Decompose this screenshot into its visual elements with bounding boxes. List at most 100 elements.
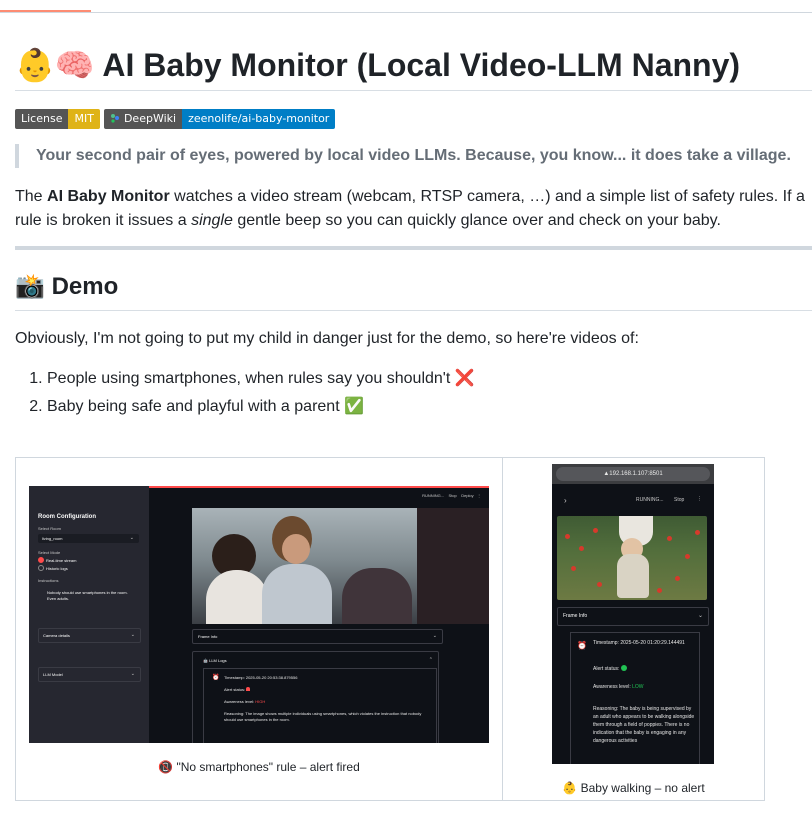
demo-cell-baby: ▲192.168.1.107:8501 › RUNNING... Stop ⋮ xyxy=(502,457,765,801)
log-timestamp: Timestamp: 2025-05-20 01:20:29.144491 xyxy=(593,640,685,646)
deepwiki-badge-label-wrap: DeepWiki xyxy=(103,109,183,129)
cross-mark-icon: ❌ xyxy=(454,370,475,387)
green-circle-icon xyxy=(620,665,627,671)
list-item: People using smartphones, when rules say… xyxy=(47,367,812,391)
url-field[interactable]: ▲192.168.1.107:8501 xyxy=(556,467,710,481)
camera-details-expander[interactable]: Camera details ⌄ xyxy=(38,628,141,643)
select-room-label: Select Room xyxy=(38,526,61,531)
log-alert-status: Alert status: xyxy=(593,665,697,673)
list-item-text: People using smartphones, when rules say… xyxy=(47,370,451,387)
chevron-down-icon: ⌄ xyxy=(130,632,135,638)
intro-paragraph: The AI Baby Monitor watches a video stre… xyxy=(15,185,810,233)
intro-text-1: The xyxy=(15,188,48,205)
deepwiki-badge-value: zeenolife/ai-baby-monitor xyxy=(182,109,336,129)
sidebar-title: Room Configuration xyxy=(38,514,96,520)
mode-radio-historic[interactable]: Historic logs xyxy=(38,565,68,571)
mode-option-label: Historic logs xyxy=(46,566,68,571)
log-alert-status: Alert status: xyxy=(224,687,251,692)
log-timestamp: ⏰ Timestamp: 2025-05-20 20:53:38.879556 xyxy=(212,675,298,681)
readme-content: 👶🧠 AI Baby Monitor (Local Video-LLM Nann… xyxy=(15,12,812,801)
chevron-up-icon[interactable]: ⌃ xyxy=(429,657,433,663)
deepwiki-badge-label: DeepWiki xyxy=(123,112,177,125)
llm-model-expander[interactable]: LLM Model ⌄ xyxy=(38,667,141,682)
expander-label: Camera details xyxy=(43,633,70,638)
stop-button[interactable]: Stop xyxy=(449,493,457,498)
clock-icon: ⏰ xyxy=(212,675,220,681)
demo-cell-smartphones: Room Configuration Select Room living_ro… xyxy=(15,457,503,801)
app-header-actions: RUNNING... Stop Deploy ⋮ xyxy=(422,493,481,498)
tagline-quote: Your second pair of eyes, powered by loc… xyxy=(15,144,812,168)
camera-frame-edge xyxy=(417,508,489,624)
title-emoji: 👶🧠 xyxy=(15,47,95,83)
license-badge-value: MIT xyxy=(68,109,100,129)
demo-heading-text: Demo xyxy=(51,273,119,300)
siren-icon xyxy=(246,687,251,691)
running-status: RUNNING... xyxy=(422,493,445,498)
title-text: AI Baby Monitor (Local Video-LLM Nanny) xyxy=(102,47,741,83)
awareness-value: HIGH xyxy=(255,699,266,704)
log-reasoning: Reasoning: The image shows multiple indi… xyxy=(224,711,422,722)
instructions-label: Instructions xyxy=(38,578,59,583)
llm-logs-panel: 🤖 LLM Logs ⌃ ⏰ Timestamp: 2025-05-20 20:5… xyxy=(192,651,439,743)
log-awareness: Awareness level: LOW xyxy=(593,683,697,691)
awareness-label: Awareness level: xyxy=(224,699,255,704)
llm-logs-title: 🤖 LLM Logs xyxy=(203,658,227,663)
log-awareness: Awareness level: HIGH xyxy=(224,699,265,704)
mode-radio-realtime[interactable]: Real-time stream xyxy=(38,557,76,563)
video-caption: 👶 Baby walking – no alert xyxy=(562,781,705,795)
alert-status-label: Alert status: xyxy=(224,687,246,692)
deepwiki-badge[interactable]: DeepWiki zeenolife/ai-baby-monitor xyxy=(103,109,336,129)
radio-selected-icon xyxy=(38,557,44,563)
awareness-value: LOW xyxy=(632,684,644,690)
deepwiki-icon xyxy=(110,114,119,123)
list-item-text: Baby being safe and playful with a paren… xyxy=(47,398,340,415)
demo-heading: 📸 Demo xyxy=(15,272,812,311)
license-badge[interactable]: License MIT xyxy=(15,109,100,129)
alert-status-label: Alert status: xyxy=(593,666,620,672)
intro-bold: AI Baby Monitor xyxy=(47,188,170,205)
radio-unselected-icon xyxy=(38,565,44,571)
expander-label: Frame Info xyxy=(563,613,588,619)
chevron-down-icon: ⌄ xyxy=(697,613,703,619)
chevron-down-icon: ⌄ xyxy=(129,535,134,541)
expander-label: LLM Model xyxy=(43,672,63,677)
select-mode-label: Select Mode xyxy=(38,550,61,555)
video-baby-walking[interactable]: ▲192.168.1.107:8501 › RUNNING... Stop ⋮ xyxy=(552,464,714,764)
deploy-button[interactable]: Deploy xyxy=(461,493,473,498)
camera-frame-image xyxy=(557,516,707,600)
log-timestamp-text: Timestamp: 2025-05-20 20:53:38.879556 xyxy=(224,675,298,680)
log-entry: ⏰ Timestamp: 2025-05-20 01:20:29.144491 … xyxy=(570,632,700,764)
running-status: RUNNING... xyxy=(636,497,664,503)
log-reasoning: Reasoning: The baby is being supervised … xyxy=(593,706,695,744)
license-badge-label: License xyxy=(15,109,69,129)
frame-info-expander[interactable]: Frame Info ⌄ xyxy=(557,607,709,626)
demo-table: Room Configuration Select Room living_ro… xyxy=(15,457,765,801)
url-text: 192.168.1.107:8501 xyxy=(609,471,663,477)
instruction-text: Nobody should use smartphones in the roo… xyxy=(47,590,128,601)
chevron-right-icon[interactable]: › xyxy=(564,496,567,505)
clock-icon: ⏰ xyxy=(577,641,587,650)
app-sidebar xyxy=(29,486,149,743)
list-item: Baby being safe and playful with a paren… xyxy=(47,395,812,419)
demo-list: People using smartphones, when rules say… xyxy=(15,367,812,419)
stop-button[interactable]: Stop xyxy=(674,497,684,503)
check-mark-icon: ✅ xyxy=(344,398,365,415)
room-select[interactable]: living_room ⌄ xyxy=(38,534,139,543)
frame-info-expander[interactable]: Frame Info ⌄ xyxy=(192,629,443,644)
awareness-label: Awareness level: xyxy=(593,684,631,690)
badge-row: License MIT DeepWiki zeenolife/ai-baby-m… xyxy=(15,109,812,129)
section-divider xyxy=(15,246,812,250)
log-entry: ⏰ Timestamp: 2025-05-20 20:53:38.879556 A… xyxy=(203,668,437,743)
camera-emoji: 📸 xyxy=(15,273,45,300)
chevron-down-icon: ⌄ xyxy=(432,633,437,639)
video-smartphones[interactable]: Room Configuration Select Room living_ro… xyxy=(29,486,489,743)
camera-frame-image xyxy=(192,508,417,624)
tagline-text: Your second pair of eyes, powered by loc… xyxy=(36,147,791,164)
more-menu-icon[interactable]: ⋮ xyxy=(697,496,702,502)
chevron-down-icon: ⌄ xyxy=(130,671,135,677)
expander-label: Frame Info xyxy=(198,634,218,639)
video-caption: 📵 "No smartphones" rule – alert fired xyxy=(158,760,360,774)
intro-text-3: gentle beep so you can quickly glance ov… xyxy=(232,212,721,229)
mode-option-label: Real-time stream xyxy=(46,558,77,563)
page-title: 👶🧠 AI Baby Monitor (Local Video-LLM Nann… xyxy=(15,46,812,91)
